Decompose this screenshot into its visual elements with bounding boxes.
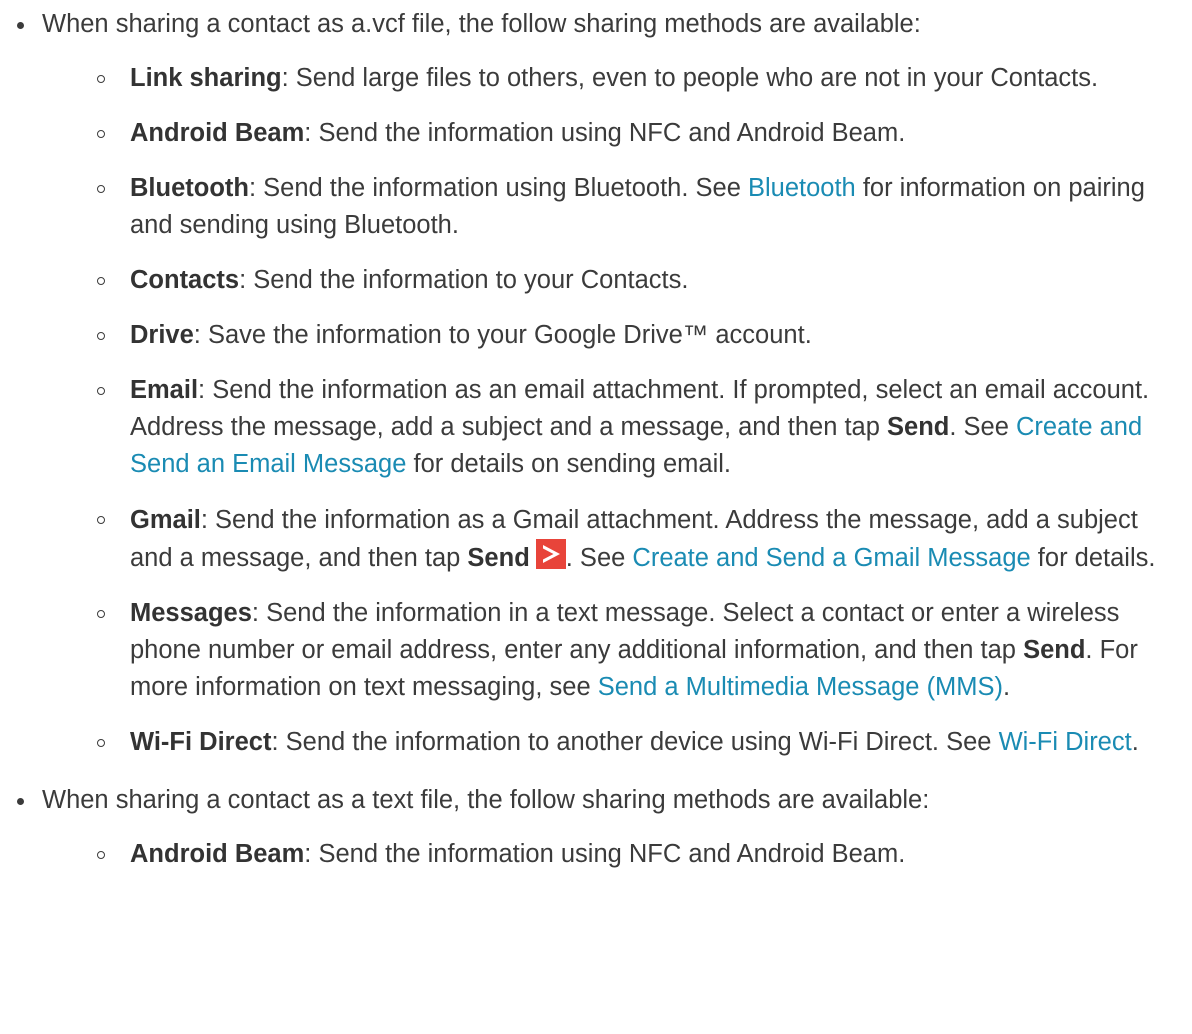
list-item-email: Email: Send the information as an email … bbox=[42, 372, 1192, 483]
document-page: When sharing a contact as a.vcf file, th… bbox=[0, 0, 1192, 873]
list-item-contacts: Contacts: Send the information to your C… bbox=[42, 262, 1192, 299]
vcf-methods-list: Link sharing: Send large files to others… bbox=[42, 60, 1192, 761]
ring-bullet-icon bbox=[97, 332, 105, 340]
list-item-android-beam: Android Beam: Send the information using… bbox=[42, 115, 1192, 152]
list-item-android-beam: Android Beam: Send the information using… bbox=[42, 836, 1192, 873]
desc-link-sharing: : Send large files to others, even to pe… bbox=[281, 64, 1099, 92]
term-email: Email bbox=[130, 376, 199, 404]
desc-android-beam: : Send the information using NFC and And… bbox=[304, 119, 906, 147]
term-android-beam: Android Beam bbox=[130, 840, 305, 868]
bullet-icon bbox=[17, 798, 24, 805]
term-link-sharing: Link sharing bbox=[130, 64, 282, 92]
desc-gmail-b: . See bbox=[565, 544, 633, 572]
sharing-methods-list: When sharing a contact as a.vcf file, th… bbox=[0, 6, 1192, 873]
send-arrow-icon bbox=[535, 539, 566, 569]
ring-bullet-icon bbox=[97, 610, 105, 618]
desc-messages-c: . bbox=[1003, 673, 1011, 701]
link-wifi-direct[interactable]: Wi-Fi Direct bbox=[999, 728, 1132, 756]
ring-bullet-icon bbox=[97, 75, 105, 83]
desc-gmail-c: for details. bbox=[1030, 544, 1156, 572]
list-item-wifi-direct: Wi-Fi Direct: Send the information to an… bbox=[42, 724, 1192, 761]
text-file-intro-text: When sharing a contact as a text file, t… bbox=[42, 786, 930, 814]
ring-bullet-icon bbox=[97, 185, 105, 193]
term-messages: Messages bbox=[130, 599, 252, 627]
desc-email-c: for details on sending email. bbox=[406, 450, 732, 478]
desc-drive: : Save the information to your Google Dr… bbox=[193, 321, 812, 349]
ring-bullet-icon bbox=[97, 739, 105, 747]
ring-bullet-icon bbox=[97, 130, 105, 138]
desc-contacts: : Send the information to your Contacts. bbox=[239, 266, 689, 294]
text-file-methods-list: Android Beam: Send the information using… bbox=[42, 836, 1192, 873]
vcf-sharing-section: When sharing a contact as a.vcf file, th… bbox=[0, 6, 1192, 761]
list-item-bluetooth: Bluetooth: Send the information using Bl… bbox=[42, 170, 1192, 244]
send-label: Send bbox=[467, 544, 530, 572]
term-contacts: Contacts bbox=[130, 266, 240, 294]
list-item-drive: Drive: Save the information to your Goog… bbox=[42, 317, 1192, 354]
vcf-intro-text: When sharing a contact as a.vcf file, th… bbox=[42, 10, 921, 38]
term-wifi-direct: Wi-Fi Direct bbox=[130, 728, 272, 756]
send-label: Send bbox=[887, 413, 950, 441]
desc-bluetooth-a: : Send the information using Bluetooth. … bbox=[248, 174, 748, 202]
desc-wifi-direct-a: : Send the information to another device… bbox=[271, 728, 999, 756]
term-android-beam: Android Beam bbox=[130, 119, 305, 147]
term-gmail: Gmail bbox=[130, 506, 201, 534]
desc-email-b: . See bbox=[949, 413, 1016, 441]
link-bluetooth[interactable]: Bluetooth bbox=[748, 174, 856, 202]
term-drive: Drive bbox=[130, 321, 194, 349]
ring-bullet-icon bbox=[97, 851, 105, 859]
desc-android-beam: : Send the information using NFC and And… bbox=[304, 840, 906, 868]
bullet-icon bbox=[17, 22, 24, 29]
ring-bullet-icon bbox=[97, 387, 105, 395]
link-create-send-gmail[interactable]: Create and Send a Gmail Message bbox=[632, 544, 1030, 572]
text-file-sharing-section: When sharing a contact as a text file, t… bbox=[0, 782, 1192, 873]
list-item-messages: Messages: Send the information in a text… bbox=[42, 595, 1192, 706]
desc-messages-a: : Send the information in a text message… bbox=[130, 599, 1120, 664]
desc-wifi-direct-b: . bbox=[1131, 728, 1139, 756]
list-item-link-sharing: Link sharing: Send large files to others… bbox=[42, 60, 1192, 97]
ring-bullet-icon bbox=[97, 277, 105, 285]
ring-bullet-icon bbox=[97, 516, 105, 524]
link-send-mms[interactable]: Send a Multimedia Message (MMS) bbox=[598, 673, 1003, 701]
term-bluetooth: Bluetooth bbox=[130, 174, 249, 202]
send-label: Send bbox=[1023, 636, 1086, 664]
list-item-gmail: Gmail: Send the information as a Gmail a… bbox=[42, 501, 1192, 577]
